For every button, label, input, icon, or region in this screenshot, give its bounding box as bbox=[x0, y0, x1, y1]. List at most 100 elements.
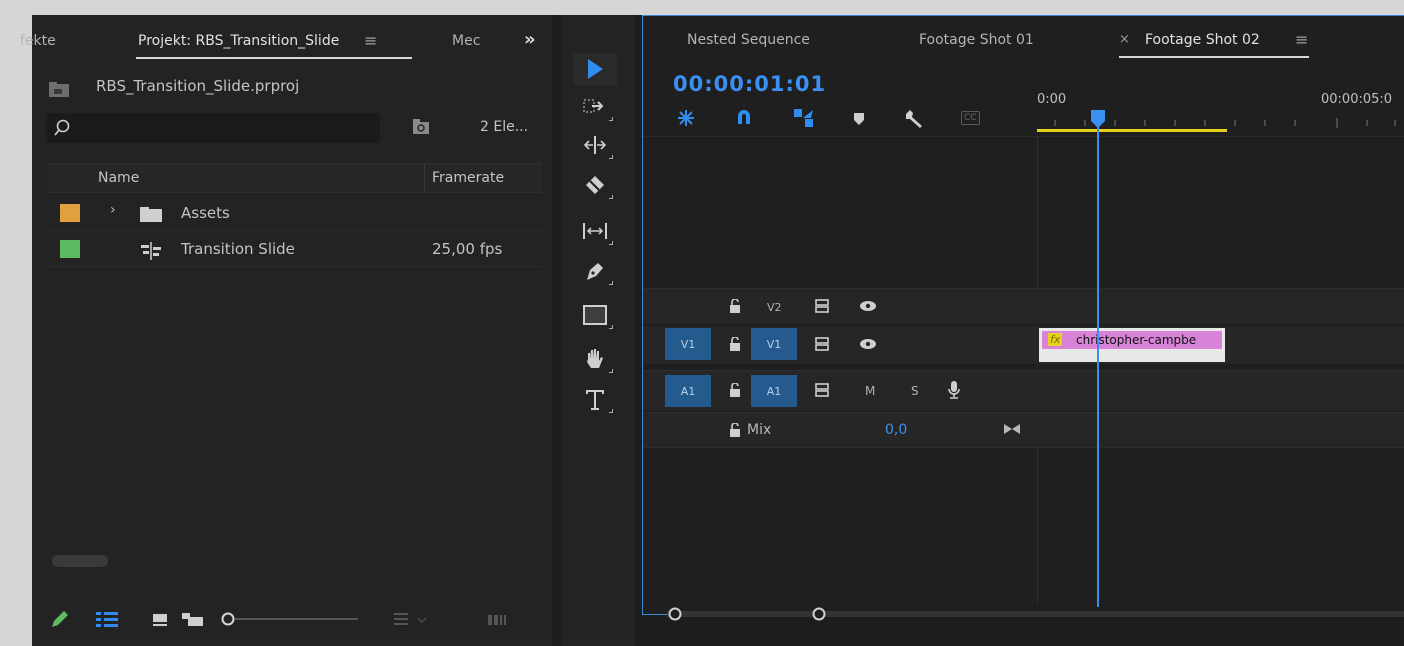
rectangle-icon bbox=[583, 305, 607, 325]
nest-toggle-icon[interactable] bbox=[675, 108, 697, 128]
track-v2: V2 bbox=[643, 288, 1404, 324]
close-tab-icon[interactable]: × bbox=[1119, 32, 1130, 47]
mix-value[interactable]: 0,0 bbox=[885, 422, 907, 438]
sync-lock-icon[interactable] bbox=[815, 337, 831, 351]
expand-chevron-icon[interactable]: › bbox=[110, 202, 116, 218]
tools-panel bbox=[561, 15, 635, 646]
ripple-edit-icon bbox=[583, 136, 607, 154]
list-view-icon[interactable] bbox=[96, 611, 118, 627]
track-a1: A1 A1 M S bbox=[643, 370, 1404, 410]
tab-nested-sequence[interactable]: Nested Sequence bbox=[687, 32, 810, 48]
add-marker-icon[interactable] bbox=[853, 112, 865, 126]
mix-label: Mix bbox=[747, 422, 772, 438]
pen-tool[interactable] bbox=[573, 255, 617, 287]
type-tool[interactable] bbox=[573, 383, 617, 415]
ruler-mid-label: 00:00:05:0 bbox=[1321, 92, 1393, 107]
selection-tool[interactable] bbox=[573, 53, 617, 85]
clip-body: fx christopher-campbe bbox=[1042, 331, 1222, 349]
pen-icon bbox=[587, 263, 603, 280]
project-file-name: RBS_Transition_Slide.prproj bbox=[96, 77, 300, 95]
zoom-scrollbar-track bbox=[667, 607, 1404, 621]
source-patch-a1[interactable]: A1 bbox=[665, 375, 711, 407]
icon-view-icon[interactable] bbox=[152, 612, 168, 626]
razor-tool[interactable] bbox=[573, 169, 617, 201]
timeline-zoom-scrollbar[interactable] bbox=[667, 606, 1404, 622]
column-name[interactable]: Name bbox=[98, 170, 139, 186]
timecode-display[interactable]: 00:00:01:01 bbox=[673, 72, 826, 96]
label-swatch bbox=[60, 240, 80, 258]
list-item-name: Assets bbox=[181, 204, 230, 222]
lock-icon[interactable] bbox=[729, 337, 741, 351]
column-framerate[interactable]: Framerate bbox=[432, 170, 504, 186]
new-search-bin-icon[interactable] bbox=[412, 119, 430, 135]
slip-tool[interactable] bbox=[573, 215, 617, 247]
eye-icon[interactable] bbox=[859, 338, 877, 350]
wrench-icon[interactable] bbox=[903, 108, 925, 128]
playhead[interactable] bbox=[1083, 109, 1113, 607]
freeform-view-icon[interactable] bbox=[182, 611, 204, 627]
lock-icon[interactable] bbox=[729, 423, 741, 437]
bowtie-icon[interactable] bbox=[1003, 423, 1021, 435]
item-count: 2 Ele... bbox=[480, 119, 529, 135]
panel-overflow-icon[interactable]: » bbox=[524, 29, 536, 50]
horizontal-scrollbar[interactable] bbox=[52, 555, 108, 567]
list-item[interactable]: › Assets bbox=[48, 197, 542, 231]
track-v1: V1 V1 fx christopher-campbe bbox=[643, 326, 1404, 364]
linked-selection-icon[interactable] bbox=[793, 108, 815, 128]
label-swatch bbox=[60, 204, 80, 222]
timeline-panel: Nested Sequence Footage Shot 01 × Footag… bbox=[642, 15, 1404, 621]
timeline-menu-icon[interactable]: ≡ bbox=[1295, 30, 1308, 49]
sync-lock-icon[interactable] bbox=[815, 383, 831, 397]
tab-project[interactable]: Projekt: RBS_Transition_Slide bbox=[138, 33, 339, 49]
fx-badge: fx bbox=[1048, 333, 1063, 346]
source-patch-v1[interactable]: V1 bbox=[665, 328, 711, 360]
rectangle-tool[interactable] bbox=[573, 299, 617, 331]
track-select-icon bbox=[583, 99, 604, 113]
list-item-name: Transition Slide bbox=[181, 240, 295, 258]
list-item-framerate: 25,00 fps bbox=[432, 240, 503, 258]
hand-icon bbox=[587, 349, 603, 368]
slip-icon bbox=[583, 223, 607, 239]
track-target-a1[interactable]: A1 bbox=[751, 375, 797, 407]
microphone-icon[interactable] bbox=[947, 380, 961, 400]
track-select-forward-tool[interactable] bbox=[573, 91, 617, 123]
sequence-icon bbox=[141, 242, 161, 260]
zoom-slider[interactable] bbox=[220, 611, 360, 627]
list-header: Name Framerate bbox=[48, 163, 542, 193]
mute-button[interactable]: M bbox=[865, 384, 875, 398]
work-area-bar[interactable] bbox=[1037, 129, 1227, 132]
track-target-v1[interactable]: V1 bbox=[751, 328, 797, 360]
project-panel: fekte Projekt: RBS_Transition_Slide ≡ Me… bbox=[20, 15, 552, 646]
folder-icon bbox=[140, 207, 162, 222]
captions-icon[interactable]: CC bbox=[961, 111, 980, 125]
eye-icon[interactable] bbox=[859, 300, 877, 312]
clip[interactable]: fx christopher-campbe bbox=[1039, 328, 1225, 362]
arrow-icon bbox=[588, 59, 603, 79]
solo-button[interactable]: S bbox=[911, 384, 919, 398]
track-v2-label[interactable]: V2 bbox=[767, 301, 782, 314]
ruler-start-label: 0:00 bbox=[1037, 92, 1067, 107]
sync-lock-icon[interactable] bbox=[815, 299, 831, 313]
active-tab-underline bbox=[136, 57, 412, 59]
tab-effects[interactable]: fekte bbox=[20, 33, 56, 49]
active-tab-underline bbox=[1119, 56, 1309, 58]
pencil-icon[interactable] bbox=[50, 609, 70, 629]
project-tab-menu-icon[interactable]: ≡ bbox=[364, 31, 377, 50]
column-divider bbox=[424, 164, 425, 192]
tab-footage-shot-02[interactable]: Footage Shot 02 bbox=[1145, 32, 1260, 48]
search-input[interactable] bbox=[46, 113, 380, 143]
lock-icon[interactable] bbox=[729, 299, 741, 313]
tab-media[interactable]: Mec bbox=[452, 33, 480, 49]
tab-footage-shot-01[interactable]: Footage Shot 01 bbox=[919, 32, 1034, 48]
automate-to-sequence-icon[interactable] bbox=[488, 613, 518, 627]
project-file-icon bbox=[49, 82, 69, 97]
hand-tool[interactable] bbox=[573, 343, 617, 375]
track-mix: Mix 0,0 bbox=[643, 412, 1404, 448]
lock-icon[interactable] bbox=[729, 383, 741, 397]
list-item[interactable]: Transition Slide 25,00 fps bbox=[48, 233, 542, 267]
snap-magnet-icon[interactable] bbox=[735, 108, 753, 126]
search-icon bbox=[54, 119, 70, 136]
ripple-edit-tool[interactable] bbox=[573, 129, 617, 161]
playhead-line bbox=[1097, 127, 1099, 607]
sort-icon[interactable] bbox=[394, 611, 430, 627]
